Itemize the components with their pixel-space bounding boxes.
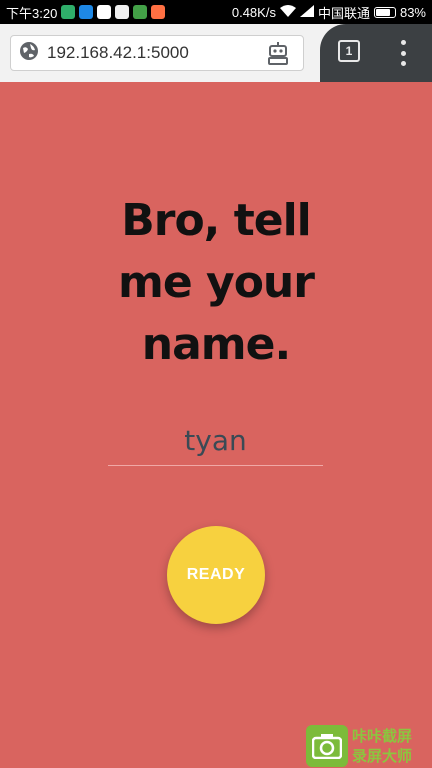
page-headline: Bro, tell me your name.: [66, 190, 366, 376]
battery-percent: 83%: [399, 4, 426, 20]
app-notification-icon: [133, 5, 148, 19]
menu-dot: [400, 61, 406, 66]
menu-dot: [400, 50, 406, 56]
ready-button[interactable]: READY: [167, 526, 265, 624]
watermark-line: 录屏大师: [352, 747, 413, 765]
watermark-text: 咔咔截屏 录屏大师: [352, 726, 412, 766]
app-notification-icon: [151, 5, 166, 19]
tab-switcher-button[interactable]: 1: [338, 40, 360, 62]
headline-line: name.: [141, 319, 291, 370]
camera-icon: [306, 725, 348, 767]
headline-line: Bro, tell: [121, 195, 312, 246]
address-bar[interactable]: 192.168.42.1:5000: [10, 35, 304, 71]
menu-dot: [400, 40, 406, 45]
browser-toolbar-dark: [320, 24, 432, 82]
name-input[interactable]: [108, 416, 323, 466]
headline-line: me your: [118, 257, 315, 308]
watermark: 咔咔截屏 录屏大师: [306, 724, 432, 768]
carrier-name: 中国联通: [317, 5, 370, 21]
network-speed: 0.48K/s: [231, 4, 276, 20]
url-text: 192.168.42.1:5000: [47, 43, 189, 62]
robot-icon[interactable]: [267, 42, 289, 70]
app-notification-icon: [79, 5, 94, 19]
status-left: 下午3:20: [6, 3, 166, 22]
wifi-icon: [279, 4, 296, 20]
battery-fill: [375, 8, 391, 16]
status-right: 0.48K/s 中国联通 83%: [232, 3, 426, 22]
overflow-menu-icon[interactable]: [398, 40, 408, 66]
status-bar: 下午3:20 0.48K/s 中国联通 83%: [0, 0, 432, 24]
qq-notification-icon: [115, 5, 130, 19]
globe-icon: [19, 41, 39, 65]
app-notification-icon: [61, 5, 76, 19]
watermark-line: 咔咔截屏: [352, 727, 413, 745]
battery-icon: [373, 6, 396, 18]
signal-icon: [299, 4, 314, 20]
app-notification-icon: [97, 5, 112, 19]
status-time: 下午3:20: [6, 5, 58, 21]
